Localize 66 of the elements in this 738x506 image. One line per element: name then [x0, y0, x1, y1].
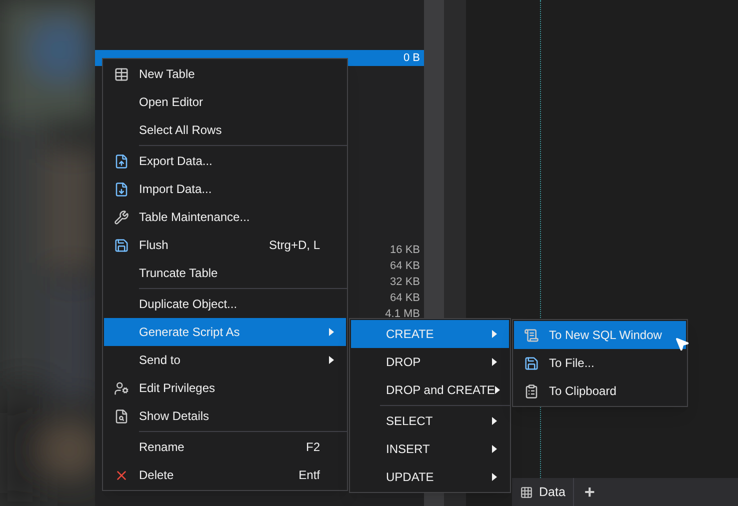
document-search-icon	[114, 408, 129, 424]
user-gear-icon	[114, 380, 129, 396]
scroll-icon	[524, 328, 539, 342]
wrench-icon	[114, 210, 129, 224]
menu-item[interactable]: Edit Privileges	[104, 374, 346, 402]
clipboard-icon	[524, 384, 539, 398]
shortcut-label: F2	[306, 439, 320, 456]
cursor-icon	[674, 336, 690, 352]
menu-item[interactable]: Flush Strg+D, L	[104, 231, 346, 259]
menu-item[interactable]: Select All Rows	[104, 116, 346, 144]
menu-item[interactable]: Delete Entf	[104, 461, 346, 489]
menu-label: Open Editor	[139, 94, 204, 111]
menu-item[interactable]: UPDATE	[351, 463, 509, 491]
menu-label: To File...	[549, 355, 596, 372]
menu-item[interactable]: Open Editor	[104, 88, 346, 116]
menu-label: New Table	[139, 66, 196, 83]
menu-label: Duplicate Object...	[139, 296, 238, 313]
data-tab[interactable]: Data	[512, 478, 574, 506]
menu-label: Import Data...	[139, 181, 213, 198]
menu-label: Flush	[139, 237, 170, 254]
menu-label: Truncate Table	[139, 265, 219, 282]
grid-icon	[520, 486, 533, 498]
menu-label: DROP	[386, 354, 422, 371]
menu-label: Send to	[139, 352, 182, 369]
menu-item[interactable]: Duplicate Object...	[104, 290, 346, 318]
menu-label: To Clipboard	[549, 383, 618, 400]
menu-item[interactable]: Table Maintenance...	[104, 203, 346, 231]
menu-item[interactable]: Show Details	[104, 402, 346, 430]
menu-item[interactable]: To New SQL Window	[514, 321, 686, 349]
menu-label: DROP and CREATE	[386, 382, 495, 399]
menu-label: Table Maintenance...	[139, 209, 251, 226]
menu-item[interactable]: Import Data...	[104, 175, 346, 203]
menu-label: Select All Rows	[139, 122, 223, 139]
add-tab-button[interactable]: +	[584, 483, 595, 501]
menu-item[interactable]: New Table	[104, 60, 346, 88]
menu-item[interactable]: CREATE	[351, 320, 509, 348]
menu-label: SELECT	[386, 413, 434, 430]
menu-label: INSERT	[386, 441, 431, 458]
shortcut-label: Strg+D, L	[268, 237, 320, 254]
size-cell-text: 0 B	[403, 50, 420, 66]
menu-item[interactable]: DROP	[351, 348, 509, 376]
menu-item[interactable]: To Clipboard	[514, 377, 686, 405]
menu-label: To New SQL Window	[549, 327, 663, 344]
menu-item[interactable]: Truncate Table	[104, 259, 346, 287]
file-download-icon	[114, 182, 129, 196]
file-upload-icon	[114, 154, 129, 168]
menu-label: CREATE	[386, 326, 435, 343]
menu-label: Generate Script As	[139, 324, 241, 341]
menu-item[interactable]: Generate Script As	[104, 318, 346, 346]
menu-item[interactable]: Export Data...	[104, 147, 346, 175]
menu-item[interactable]: INSERT	[351, 435, 509, 463]
menu-label: Edit Privileges	[139, 380, 216, 397]
menu-item[interactable]: Rename F2	[104, 433, 346, 461]
menu-item[interactable]: DROP and CREATE	[351, 376, 509, 404]
shortcut-label: Entf	[298, 467, 320, 484]
menu-label: Export Data...	[139, 153, 214, 170]
size-cell-text: 32 KB	[390, 274, 420, 290]
menu-label: Show Details	[139, 408, 210, 425]
size-cell-text: 4.1 MB	[385, 306, 420, 322]
table-icon	[114, 66, 129, 82]
menu-item[interactable]: SELECT	[351, 407, 509, 435]
menu-item[interactable]: To File...	[514, 349, 686, 377]
menu-label: Delete	[139, 467, 175, 484]
menu-label: Rename	[139, 439, 186, 456]
menu-item[interactable]: Send to	[104, 346, 346, 374]
menu-label: UPDATE	[386, 469, 435, 486]
